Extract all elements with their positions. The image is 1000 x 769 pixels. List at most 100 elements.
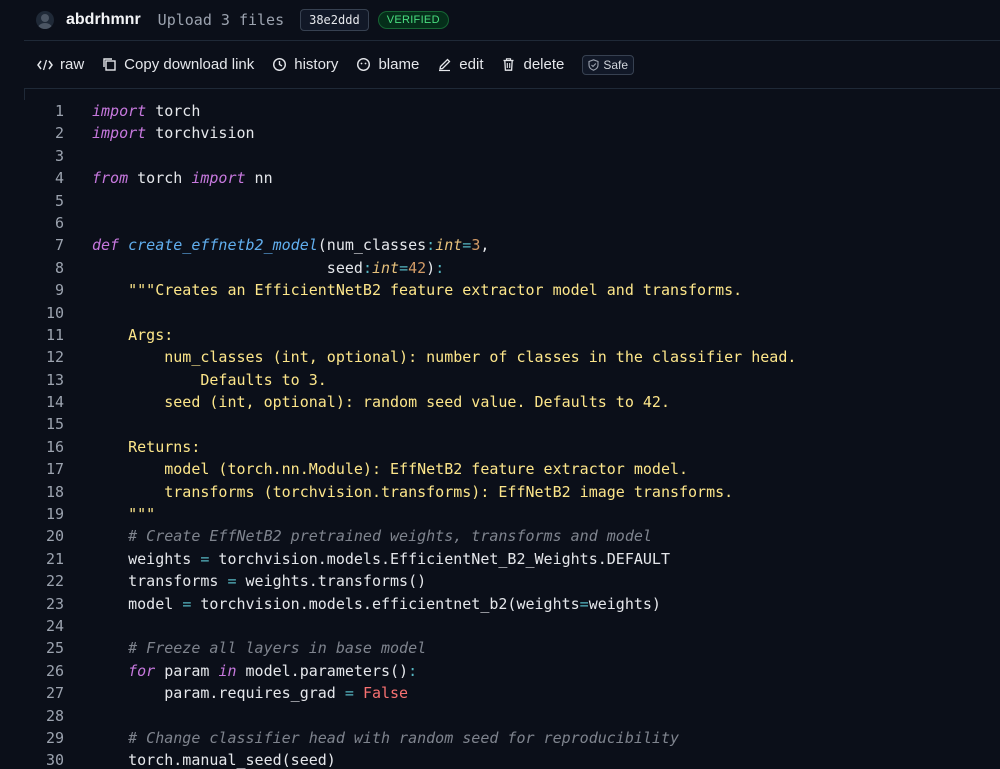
code-text: transforms = weights.transforms(): [92, 572, 427, 591]
file-viewer: abdrhmnr Upload 3 files 38e2ddd VERIFIED…: [0, 0, 1000, 769]
code-text: seed (int, optional): random seed value.…: [92, 393, 670, 412]
code-view[interactable]: 1 import torch 2 import torchvision 3 4 from t…: [24, 100, 1000, 769]
line-number[interactable]: 8: [24, 257, 64, 279]
history-icon: [273, 57, 287, 72]
code-line: 22 transforms = weights.transforms(): [24, 570, 1000, 592]
code-line: 7 def create_effnetb2_model(num_classes:i…: [24, 234, 1000, 256]
line-number[interactable]: 7: [24, 234, 64, 256]
code-text: def create_effnetb2_model(num_classes:in…: [92, 236, 490, 255]
code-text: transforms (torchvision.transforms): Eff…: [92, 482, 734, 501]
code-line: 5: [24, 190, 1000, 212]
code-line: 21 weights = torchvision.models.Efficien…: [24, 548, 1000, 570]
code-line: 13 Defaults to 3.: [24, 369, 1000, 391]
copy-download-link-button[interactable]: Copy download link: [102, 56, 254, 73]
safe-label: Safe: [603, 57, 629, 72]
code-text: # Change classifier head with random see…: [128, 728, 680, 747]
raw-button[interactable]: raw: [37, 56, 84, 73]
file-toolbar: raw Copy download link history blame edi…: [24, 40, 1000, 89]
code-line: 11 Args:: [24, 324, 1000, 346]
code-text: seed:int=42):: [92, 258, 445, 277]
line-number[interactable]: 23: [24, 593, 64, 615]
code-line: 17 model (torch.nn.Module): EffNetB2 fea…: [24, 458, 1000, 480]
code-text: param.requires_grad = False: [92, 684, 409, 703]
code-line: 30 torch.manual_seed(seed): [24, 749, 1000, 769]
line-number[interactable]: 20: [24, 525, 64, 547]
line-number[interactable]: 30: [24, 749, 64, 769]
copy-icon: [103, 58, 116, 71]
line-number[interactable]: 17: [24, 458, 64, 480]
line-number[interactable]: 19: [24, 503, 64, 525]
code-line: 3: [24, 145, 1000, 167]
code-text: from torch import nn: [92, 169, 273, 188]
line-number[interactable]: 13: [24, 369, 64, 391]
line-number[interactable]: 16: [24, 436, 64, 458]
commit-hash[interactable]: 38e2ddd: [300, 9, 369, 31]
code-line: 26 for param in model.parameters():: [24, 660, 1000, 682]
raw-label: raw: [60, 56, 85, 73]
code-line: 25 # Freeze all layers in base model: [24, 637, 1000, 659]
code-text: import torchvision: [92, 124, 255, 143]
blame-button[interactable]: blame: [356, 56, 419, 73]
verified-badge: VERIFIED: [377, 11, 449, 29]
line-number[interactable]: 12: [24, 346, 64, 368]
copy-download-link-label: Copy download link: [124, 56, 255, 73]
shield-icon: [588, 58, 599, 71]
code-line: 15: [24, 413, 1000, 435]
code-text: # Create EffNetB2 pretrained weights, tr…: [128, 527, 652, 546]
commit-author[interactable]: abdrhmnr: [66, 11, 141, 29]
line-number[interactable]: 9: [24, 279, 64, 301]
line-number[interactable]: 21: [24, 548, 64, 570]
code-text: Returns:: [92, 437, 201, 456]
code-line: 28: [24, 705, 1000, 727]
delete-button[interactable]: delete: [501, 56, 564, 73]
trash-icon: [503, 58, 514, 71]
code-line: 19 """: [24, 503, 1000, 525]
line-number[interactable]: 26: [24, 660, 64, 682]
code-text: model = torchvision.models.efficientnet_…: [92, 594, 661, 613]
line-number[interactable]: 18: [24, 481, 64, 503]
avatar[interactable]: [36, 11, 54, 29]
commit-message[interactable]: Upload 3 files: [158, 11, 284, 29]
commit-bar: abdrhmnr Upload 3 files 38e2ddd VERIFIED: [24, 0, 1000, 40]
code-line: 2 import torchvision: [24, 122, 1000, 144]
line-number[interactable]: 6: [24, 212, 64, 234]
code-text: import torch: [92, 102, 201, 120]
code-text: """: [92, 505, 156, 524]
line-number[interactable]: 25: [24, 637, 64, 659]
code-line: 20 # Create EffNetB2 pretrained weights,…: [24, 525, 1000, 547]
line-number[interactable]: 22: [24, 570, 64, 592]
code-line: 9 """Creates an EfficientNetB2 feature e…: [24, 279, 1000, 301]
code-text: Defaults to 3.: [92, 370, 327, 389]
code-line: 27 param.requires_grad = False: [24, 682, 1000, 704]
edit-button[interactable]: edit: [437, 56, 483, 73]
delete-label: delete: [523, 56, 565, 73]
code-line: 4 from torch import nn: [24, 167, 1000, 189]
line-number[interactable]: 4: [24, 167, 64, 189]
line-number[interactable]: 24: [24, 615, 64, 637]
code-line: 24: [24, 615, 1000, 637]
code-line: 6: [24, 212, 1000, 234]
line-number[interactable]: 28: [24, 705, 64, 727]
code-text: model (torch.nn.Module): EffNetB2 featur…: [92, 460, 689, 479]
line-number[interactable]: 14: [24, 391, 64, 413]
code-text: """Creates an EfficientNetB2 feature ext…: [92, 281, 743, 300]
code-icon: [37, 59, 53, 70]
code-text: # Freeze all layers in base model: [128, 639, 427, 658]
pencil-icon: [439, 58, 451, 72]
line-number[interactable]: 1: [24, 100, 64, 122]
line-number[interactable]: 27: [24, 682, 64, 704]
line-number[interactable]: 2: [24, 122, 64, 144]
line-number[interactable]: 10: [24, 302, 64, 324]
line-number[interactable]: 29: [24, 727, 64, 749]
line-number[interactable]: 15: [24, 413, 64, 435]
history-label: history: [294, 56, 339, 73]
code-text: num_classes (int, optional): number of c…: [92, 348, 797, 367]
history-button[interactable]: history: [272, 56, 338, 73]
line-number[interactable]: 11: [24, 324, 64, 346]
line-number[interactable]: 3: [24, 145, 64, 167]
code-line: 29 # Change classifier head with random …: [24, 727, 1000, 749]
line-number[interactable]: 5: [24, 190, 64, 212]
code-line: 16 Returns:: [24, 436, 1000, 458]
safe-badge[interactable]: Safe: [582, 54, 635, 75]
code-line: 18 transforms (torchvision.transforms): …: [24, 481, 1000, 503]
